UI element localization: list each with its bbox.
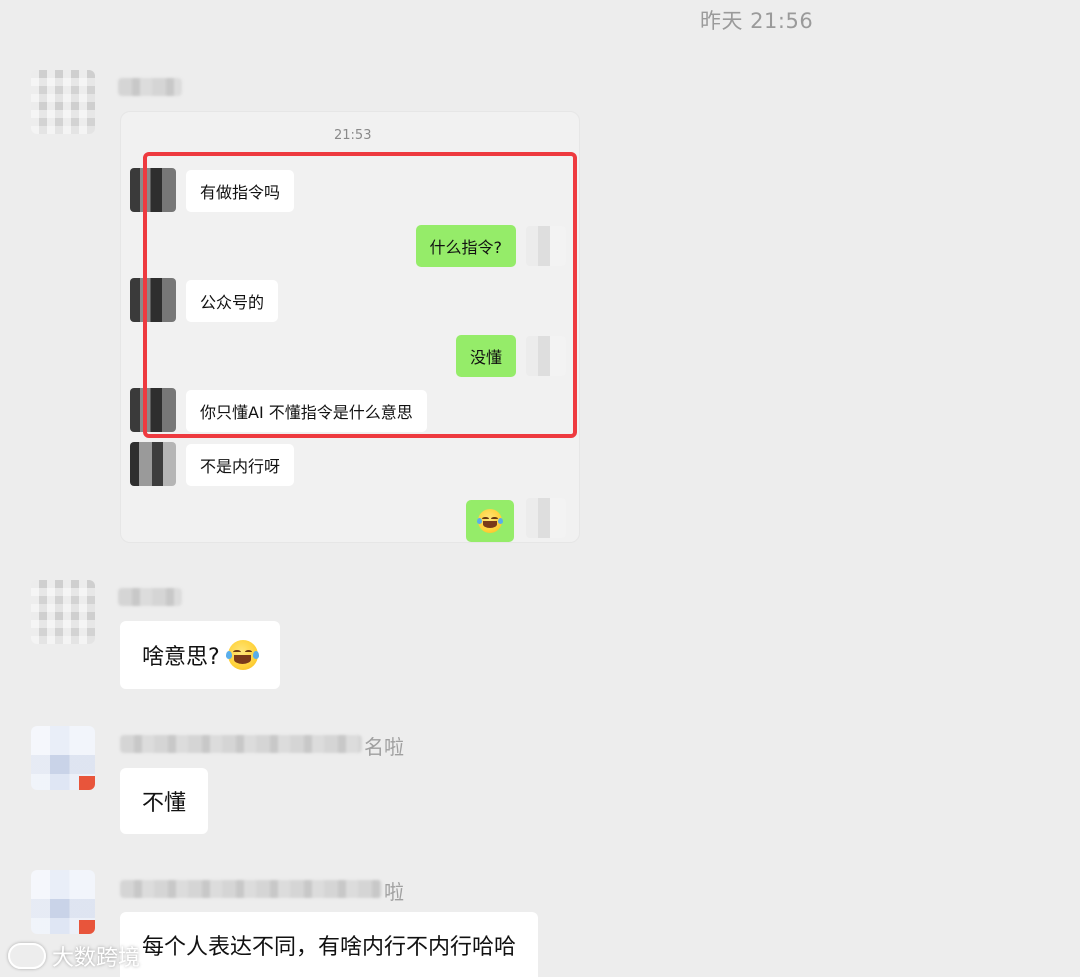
avatar-badge <box>79 920 95 934</box>
avatar-badge <box>79 776 95 790</box>
message-text: 啥意思? <box>142 645 220 670</box>
chat-timestamp: 昨天 21:56 <box>700 9 814 33</box>
highlight-box <box>143 152 577 438</box>
sender-avatar[interactable] <box>31 70 95 134</box>
tears-of-joy-emoji <box>225 640 260 670</box>
card-message-bubble: 不是内行呀 <box>186 444 295 486</box>
sender-avatar[interactable] <box>31 580 95 644</box>
message-bubble[interactable]: 不懂 <box>120 768 209 834</box>
watermark: 大数跨境 <box>8 940 140 972</box>
sender-name-blurred <box>118 588 182 606</box>
message-bubble[interactable]: 每个人表达不同，有啥内行不内行哈哈 <box>120 912 539 977</box>
message-text: 不懂 <box>142 791 187 816</box>
watermark-logo-icon <box>8 943 46 969</box>
sender-name-blurred <box>120 880 382 898</box>
card-avatar-right <box>526 498 566 538</box>
message-bubble[interactable]: 啥意思? <box>120 621 280 689</box>
sender-name-suffix: 名啦 <box>364 735 404 759</box>
message-text: 每个人表达不同，有啥内行不内行哈哈 <box>142 934 517 960</box>
sender-name-blurred <box>120 735 362 753</box>
watermark-text: 大数跨境 <box>52 946 141 971</box>
card-message-bubble-green <box>466 500 514 542</box>
card-avatar-left <box>130 442 176 486</box>
sender-name-blurred <box>118 78 182 96</box>
tears-of-joy-emoji <box>476 509 504 533</box>
sender-name-suffix: 啦 <box>384 880 404 904</box>
sender-avatar[interactable] <box>31 870 95 934</box>
sender-avatar[interactable] <box>31 726 95 790</box>
card-timestamp: 21:53 <box>334 128 372 143</box>
